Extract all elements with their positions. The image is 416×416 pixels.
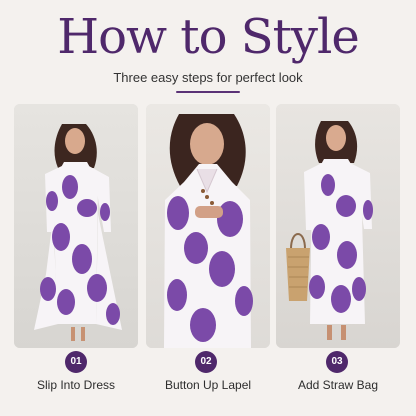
model-closeup-photo-icon bbox=[146, 104, 270, 348]
page-title: How to Style bbox=[57, 9, 360, 65]
step-2-label: Button Up Lapel bbox=[164, 378, 252, 392]
step-1-label: Slip Into Dress bbox=[36, 378, 116, 392]
step-2-badge: 02 bbox=[195, 351, 217, 373]
page-subtitle: Three easy steps for perfect look bbox=[113, 70, 303, 85]
step-2-image bbox=[146, 104, 270, 348]
step-3-label: Add Straw Bag bbox=[297, 378, 379, 392]
step-3-image bbox=[276, 104, 400, 348]
title-divider bbox=[176, 91, 240, 93]
model-full-length-photo-icon bbox=[14, 104, 138, 348]
model-with-bag-photo-icon bbox=[276, 104, 400, 348]
step-1-badge: 01 bbox=[65, 351, 87, 373]
step-1-image bbox=[14, 104, 138, 348]
step-3-badge: 03 bbox=[326, 351, 348, 373]
